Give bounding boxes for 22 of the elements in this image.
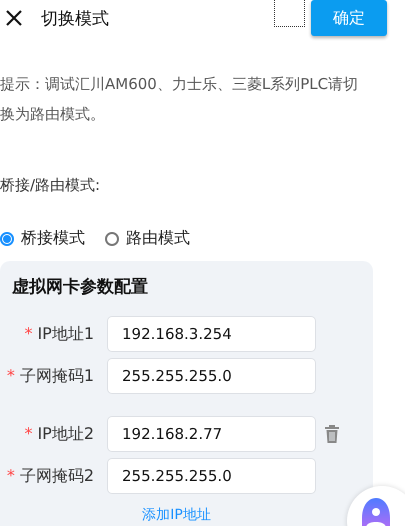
field-label: IP地址2 bbox=[37, 424, 94, 442]
trash-icon[interactable] bbox=[324, 425, 340, 443]
hint-text: 提示：调试汇川AM600、力士乐、三菱L系列PLC请切换为路由模式。 bbox=[0, 74, 360, 125]
required-mark: * bbox=[6, 366, 15, 384]
mode-radio[interactable]: 路由模式 bbox=[105, 228, 190, 249]
required-mark: * bbox=[6, 466, 15, 484]
dialog-title: 切换模式 bbox=[41, 8, 110, 30]
input-field[interactable]: 255.255.255.0 bbox=[107, 458, 316, 494]
mode-radio[interactable]: 桥接模式 bbox=[0, 228, 85, 249]
required-mark: * bbox=[24, 324, 32, 342]
input-field[interactable]: 255.255.255.0 bbox=[107, 358, 316, 394]
field-label: IP地址1 bbox=[37, 324, 94, 342]
card-title: 虚拟网卡参数配置 bbox=[12, 276, 149, 298]
field-label: 子网掩码2 bbox=[20, 466, 94, 484]
input-field[interactable]: 192.168.2.77 bbox=[107, 416, 316, 452]
input-field[interactable]: 192.168.3.254 bbox=[107, 316, 316, 352]
mode-label: 桥接/路由模式: bbox=[0, 176, 102, 195]
required-mark: * bbox=[24, 424, 32, 442]
assistant-logo-icon bbox=[362, 498, 390, 526]
focus-outline bbox=[274, 0, 305, 27]
field-label: 子网掩码1 bbox=[20, 366, 94, 384]
close-icon[interactable] bbox=[5, 9, 23, 27]
